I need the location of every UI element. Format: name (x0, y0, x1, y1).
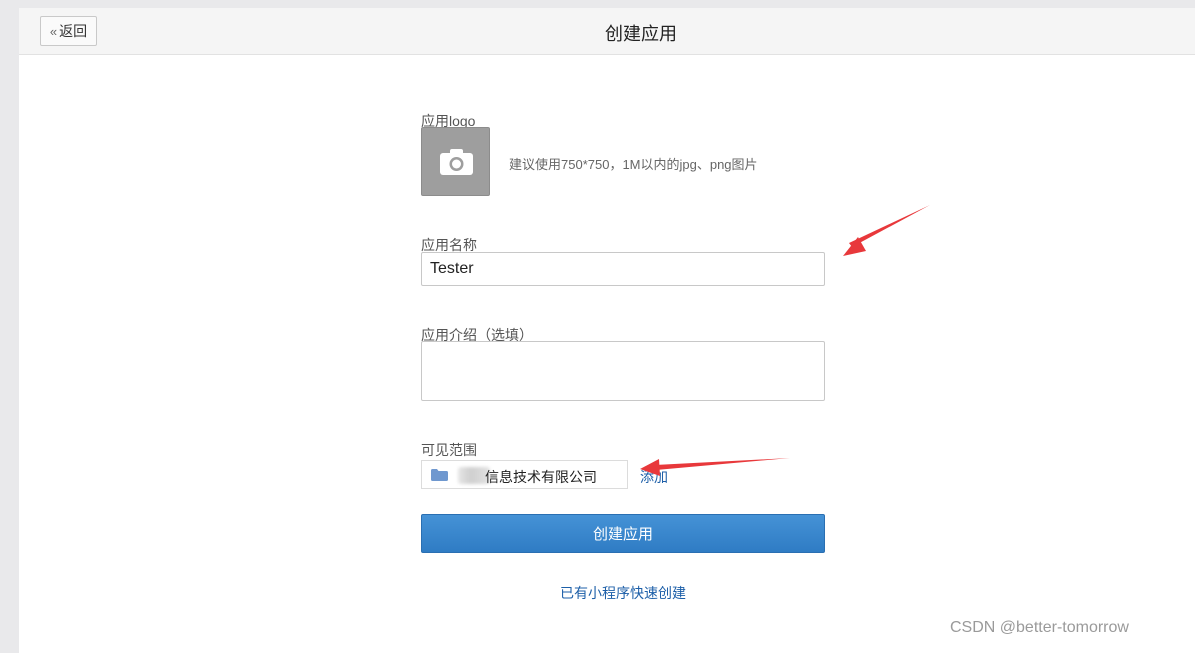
main-panel: « 返回 创建应用 (19, 8, 1195, 653)
scope-tag: 信息技术有限公司 (421, 460, 628, 489)
camera-icon (440, 149, 473, 175)
top-bar: « 返回 创建应用 (19, 8, 1195, 55)
add-scope-link[interactable]: 添加 (640, 467, 668, 487)
page-title: 创建应用 (605, 24, 677, 44)
app-description-textarea[interactable] (421, 341, 825, 401)
watermark: CSDN @better-tomorrow (950, 619, 1129, 636)
app-name-input[interactable] (421, 252, 825, 286)
logo-upload-button[interactable] (421, 127, 490, 196)
scope-label: 可见范围 (421, 442, 477, 458)
logo-hint: 建议使用750*750，1M以内的jpg、png图片 (509, 157, 758, 172)
create-app-button[interactable]: 创建应用 (421, 514, 825, 553)
scope-org-name: 信息技术有限公司 (485, 469, 597, 485)
quick-create-link[interactable]: 已有小程序快速创建 (421, 583, 825, 603)
folder-icon (431, 469, 448, 481)
